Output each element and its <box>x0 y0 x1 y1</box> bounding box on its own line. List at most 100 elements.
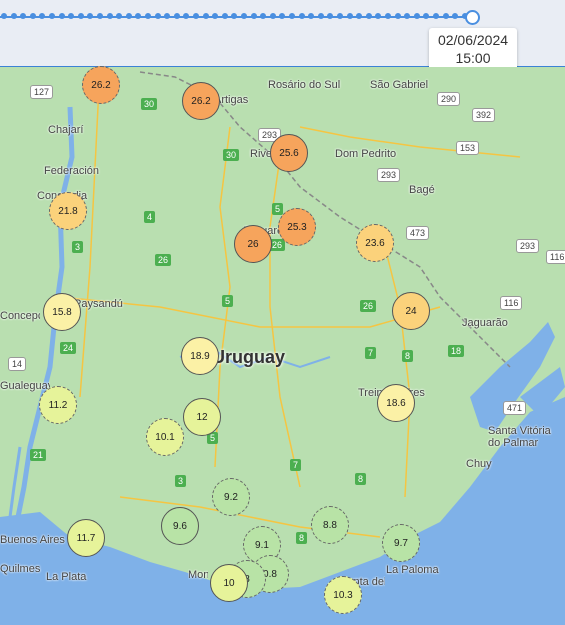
timeline-step[interactable] <box>250 13 257 19</box>
timeline-step[interactable] <box>68 13 75 19</box>
timeline-step[interactable] <box>442 13 449 19</box>
timeline-step[interactable] <box>164 13 171 19</box>
timeline-step[interactable] <box>154 13 161 19</box>
timeline-step[interactable] <box>317 13 324 19</box>
timeline-step[interactable] <box>29 13 36 19</box>
timeline-step[interactable] <box>337 13 343 19</box>
road-shield: 290 <box>437 92 461 106</box>
timeline-step[interactable] <box>356 13 363 19</box>
temperature-marker[interactable]: 26.2 <box>82 66 120 104</box>
road-shield: 8 <box>296 532 308 544</box>
timeline-step[interactable] <box>346 13 353 19</box>
city-label: Federación <box>44 165 100 177</box>
timeline-step[interactable] <box>413 13 420 19</box>
map-canvas[interactable]: Chajarí Federación Concordia Artigas Ros… <box>0 66 565 625</box>
road-shield: 293 <box>516 239 540 253</box>
timeline-step[interactable] <box>269 13 276 19</box>
city-label: Jaguarão <box>462 317 508 329</box>
timeline-step[interactable] <box>1 13 7 19</box>
temperature-marker[interactable]: 21.8 <box>49 192 87 230</box>
timeline-step[interactable] <box>423 13 430 19</box>
timeline-step[interactable] <box>375 13 382 19</box>
city-label: La Paloma <box>386 564 439 576</box>
city-label: La Plata <box>46 571 87 583</box>
timeline-step[interactable] <box>365 13 372 19</box>
road-shield: 116 <box>500 296 523 310</box>
temperature-marker[interactable]: 9.7 <box>382 524 420 562</box>
temperature-marker[interactable]: 10.3 <box>324 576 362 614</box>
city-label: Montevideo <box>188 569 208 581</box>
timeline-step[interactable] <box>49 13 55 19</box>
timeline-step[interactable] <box>135 13 142 19</box>
road-shield: 8 <box>402 350 414 362</box>
temperature-marker[interactable]: 9.6 <box>161 507 199 545</box>
road-shield: 473 <box>406 226 430 240</box>
timeline-step[interactable] <box>404 13 411 19</box>
timeline-step[interactable] <box>125 13 132 19</box>
temperature-marker[interactable]: 25.3 <box>278 208 316 246</box>
timeline-step[interactable] <box>241 13 247 19</box>
temperature-marker[interactable]: 18.6 <box>377 384 415 422</box>
timeline-step[interactable] <box>173 13 180 19</box>
timeline-step[interactable] <box>145 13 151 19</box>
temperature-marker[interactable]: 25.6 <box>270 134 308 172</box>
timeline-bar: 02/06/2024 15:00 <box>0 0 565 70</box>
road-shield: 30 <box>223 149 240 161</box>
temperature-marker[interactable]: 26 <box>234 225 272 263</box>
timeline-step[interactable] <box>183 13 190 19</box>
road-shield: 8 <box>355 473 367 485</box>
timeline-step[interactable] <box>231 13 238 19</box>
timeline-step[interactable] <box>193 13 199 19</box>
road-shield: 392 <box>472 108 496 122</box>
temperature-marker[interactable]: 10 <box>210 564 248 602</box>
temperature-marker[interactable]: 26.2 <box>182 82 220 120</box>
road-shield: 3 <box>72 241 84 253</box>
city-label: Rosário do Sul <box>268 79 341 91</box>
city-label: São Gabriel <box>370 79 429 91</box>
timeline-step[interactable] <box>106 13 113 19</box>
timeline-step[interactable] <box>298 13 305 19</box>
timeline-step[interactable] <box>10 13 17 19</box>
city-label: Santa Vitória do Palmar <box>488 425 551 449</box>
city-label: Dom Pedrito <box>335 148 397 160</box>
timeline-handle[interactable] <box>465 10 480 25</box>
temperature-marker[interactable]: 12 <box>183 398 221 436</box>
country-label: Uruguay <box>212 347 286 367</box>
timeline-step[interactable] <box>260 13 267 19</box>
temperature-marker[interactable]: 11.2 <box>39 386 77 424</box>
timeline-step[interactable] <box>212 13 219 19</box>
timeline-step[interactable] <box>116 13 123 19</box>
timeline-time: 15:00 <box>455 50 491 66</box>
timeline-step[interactable] <box>58 13 65 19</box>
road-shield: 18 <box>448 345 465 357</box>
road-shield: 7 <box>365 347 377 359</box>
timeline-step[interactable] <box>327 13 334 19</box>
temperature-marker[interactable]: 9.2 <box>212 478 250 516</box>
temperature-marker[interactable]: 24 <box>392 292 430 330</box>
road-shield: 5 <box>272 203 284 215</box>
timeline-step[interactable] <box>289 13 295 19</box>
timeline-step[interactable] <box>452 13 459 19</box>
temperature-marker[interactable]: 11.7 <box>67 519 105 557</box>
temperature-marker[interactable]: 8.8 <box>311 506 349 544</box>
timeline-step[interactable] <box>221 13 228 19</box>
city-label: Paysandú <box>74 298 123 310</box>
temperature-marker[interactable]: 10.1 <box>146 418 184 456</box>
timeline-step[interactable] <box>87 13 94 19</box>
timeline-step[interactable] <box>202 13 209 19</box>
timeline-step[interactable] <box>394 13 401 19</box>
temperature-marker[interactable]: 15.8 <box>43 293 81 331</box>
road-shield: 26 <box>360 300 377 312</box>
timeline-step[interactable] <box>97 13 103 19</box>
road-shield: 26 <box>155 254 172 266</box>
timeline-step[interactable] <box>385 13 391 19</box>
timeline-step[interactable] <box>20 13 27 19</box>
temperature-marker[interactable]: 23.6 <box>356 224 394 262</box>
temperature-marker[interactable]: 18.9 <box>181 337 219 375</box>
timeline-step[interactable] <box>39 13 46 19</box>
timeline-step[interactable] <box>308 13 315 19</box>
road-shield: 153 <box>456 141 480 155</box>
timeline-step[interactable] <box>433 13 439 19</box>
timeline-step[interactable] <box>279 13 286 19</box>
timeline-step[interactable] <box>77 13 84 19</box>
